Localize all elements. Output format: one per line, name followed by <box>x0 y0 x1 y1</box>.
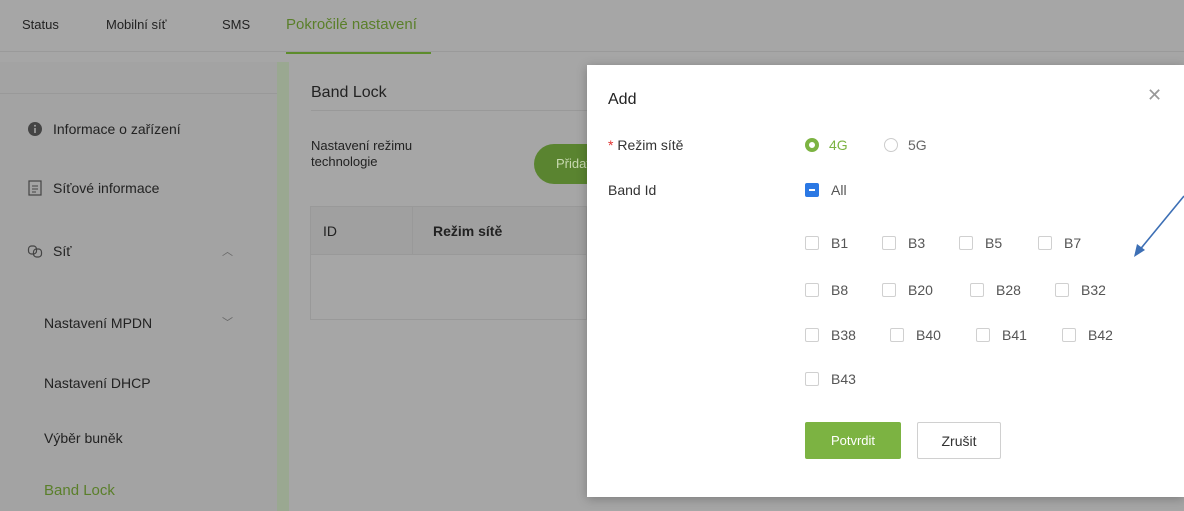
chevron-down-icon: ﹀ <box>222 317 233 329</box>
checkbox-b7[interactable]: B7 <box>1038 235 1081 251</box>
mode-setting-label: Nastavení režimu technologie <box>311 138 413 169</box>
sidebar-top-strip <box>0 62 277 94</box>
checkbox-box <box>1055 283 1069 297</box>
network-mode-label: * Režim sítě <box>608 137 683 153</box>
required-marker: * <box>608 137 618 153</box>
checkbox-box <box>959 236 973 250</box>
checkbox-label: B8 <box>831 282 849 298</box>
column-header-network-mode: Režim sítě <box>433 223 503 239</box>
divider <box>412 207 413 255</box>
checkbox-b1[interactable]: B1 <box>805 235 848 251</box>
checkbox-b38[interactable]: B38 <box>805 327 856 343</box>
checkbox-label: B42 <box>1088 327 1113 343</box>
cancel-button[interactable]: Zrušit <box>917 422 1001 459</box>
tab-mobile-network[interactable]: Mobilní síť <box>106 0 167 52</box>
sidebar-subitem-dhcp[interactable]: Nastavení DHCP <box>44 368 151 398</box>
close-icon[interactable]: ✕ <box>1147 85 1162 106</box>
checkbox-b43[interactable]: B43 <box>805 371 856 387</box>
radio-label: 5G <box>908 137 927 153</box>
checkbox-box <box>1038 236 1052 250</box>
top-navigation: Status Mobilní síť SMS Pokročilé nastave… <box>0 0 1184 54</box>
checkbox-label: B28 <box>996 282 1021 298</box>
sidebar-subitem-label: Výběr buněk <box>44 430 123 446</box>
checkbox-label: B38 <box>831 327 856 343</box>
sidebar-item-network-info[interactable]: Síťové informace <box>0 173 277 203</box>
checkbox-label: B40 <box>916 327 941 343</box>
tab-advanced-settings[interactable]: Pokročilé nastavení <box>286 0 431 54</box>
checkbox-b20[interactable]: B20 <box>882 282 933 298</box>
sidebar: Informace o zařízení Síťové informace Sí… <box>0 62 277 511</box>
checkbox-box <box>882 283 896 297</box>
checkbox-box <box>805 283 819 297</box>
sidebar-subitem-label: Nastavení MPDN <box>44 315 153 331</box>
checkbox-label: B7 <box>1064 235 1082 251</box>
sidebar-scrollbar[interactable] <box>277 62 289 511</box>
checkbox-b32[interactable]: B32 <box>1055 282 1106 298</box>
sidebar-item-device-info[interactable]: Informace o zařízení <box>0 114 277 144</box>
checkbox-box <box>890 328 904 342</box>
tab-status[interactable]: Status <box>22 0 59 52</box>
add-dialog: Add ✕ * Režim sítě 4G 5G Band Id All B1 … <box>587 65 1184 497</box>
page-title: Band Lock <box>311 84 387 101</box>
checkbox-b42[interactable]: B42 <box>1062 327 1113 343</box>
sidebar-item-network[interactable]: Síť ︿ <box>0 236 277 266</box>
add-button[interactable]: Přidat <box>534 144 594 184</box>
network-mode-label-text: Režim sítě <box>617 137 684 153</box>
checkbox-label: All <box>831 182 847 198</box>
checkbox-b3[interactable]: B3 <box>882 235 925 251</box>
checkbox-b41[interactable]: B41 <box>976 327 1027 343</box>
network-icon <box>27 243 43 259</box>
checkbox-label: B32 <box>1081 282 1106 298</box>
checkbox-box <box>805 372 819 386</box>
radio-circle <box>884 138 898 152</box>
sidebar-item-label: Síťové informace <box>53 180 160 196</box>
band-id-label: Band Id <box>608 182 657 198</box>
checkbox-b5[interactable]: B5 <box>959 235 1002 251</box>
document-icon <box>27 180 43 196</box>
checkbox-box <box>805 328 819 342</box>
checkbox-box <box>970 283 984 297</box>
sidebar-subitem-band-lock[interactable]: Band Lock <box>44 476 115 506</box>
sidebar-subitem-cell-selection[interactable]: Výběr buněk <box>44 423 123 453</box>
tab-sms[interactable]: SMS <box>222 0 250 52</box>
checkbox-b8[interactable]: B8 <box>805 282 848 298</box>
radio-5g[interactable]: 5G <box>884 137 927 153</box>
checkbox-label: B43 <box>831 371 856 387</box>
checkbox-label: B3 <box>908 235 926 251</box>
checkbox-box <box>976 328 990 342</box>
checkbox-box <box>882 236 896 250</box>
radio-4g[interactable]: 4G <box>805 137 848 153</box>
checkbox-label: B41 <box>1002 327 1027 343</box>
checkbox-b40[interactable]: B40 <box>890 327 941 343</box>
radio-label: 4G <box>829 137 848 153</box>
sidebar-subitem-label: Band Lock <box>44 482 115 499</box>
column-header-id: ID <box>323 223 337 239</box>
dialog-title: Add <box>608 91 637 108</box>
radio-circle <box>805 138 819 152</box>
band-lock-table: ID Režim sítě <box>310 206 587 320</box>
checkbox-box <box>805 183 819 197</box>
table-header: ID Režim sítě <box>311 207 586 255</box>
checkbox-label: B5 <box>985 235 1003 251</box>
confirm-button[interactable]: Potvrdit <box>805 422 901 459</box>
sidebar-subitem-label: Nastavení DHCP <box>44 375 151 391</box>
checkbox-b28[interactable]: B28 <box>970 282 1021 298</box>
sidebar-item-label: Informace o zařízení <box>53 121 181 137</box>
checkbox-all[interactable]: All <box>805 182 847 198</box>
sidebar-item-label: Síť <box>53 243 72 259</box>
checkbox-label: B1 <box>831 235 849 251</box>
annotation-arrow-icon <box>1134 195 1184 257</box>
chevron-up-icon: ︿ <box>222 246 233 258</box>
divider <box>311 110 587 111</box>
sidebar-subitem-mpdn[interactable]: Nastavení MPDN <box>44 308 152 338</box>
checkbox-label: B20 <box>908 282 933 298</box>
info-icon <box>27 121 43 137</box>
checkbox-box <box>805 236 819 250</box>
checkbox-box <box>1062 328 1076 342</box>
